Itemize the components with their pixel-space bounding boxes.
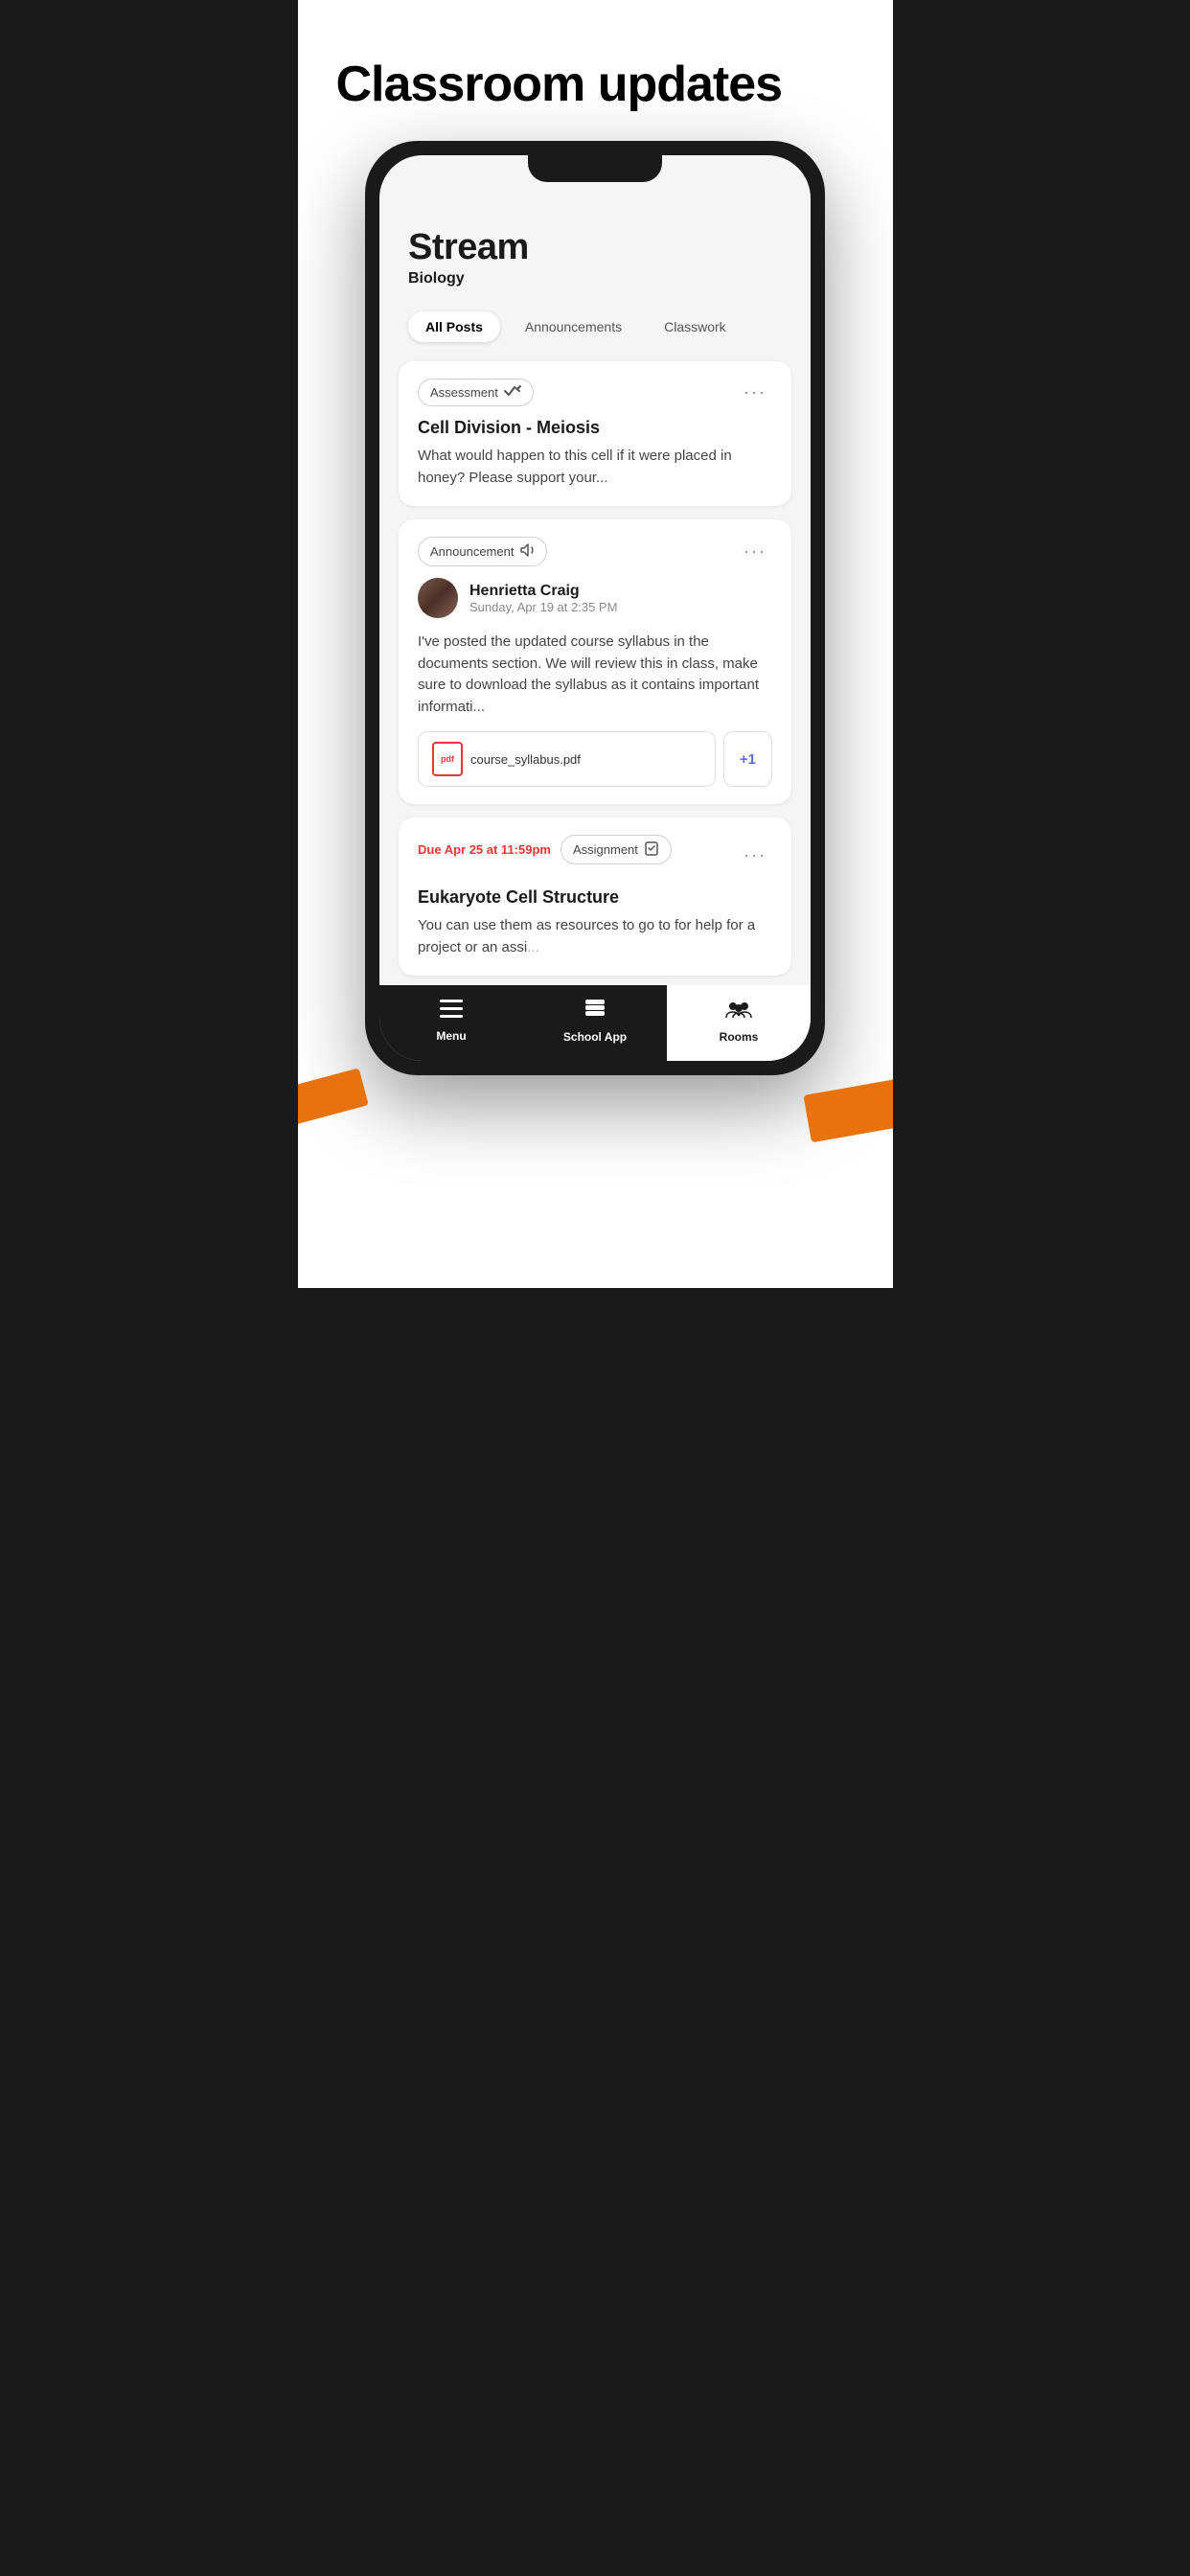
- avatar: [418, 578, 458, 618]
- due-row: Due Apr 25 at 11:59pm Assignment: [418, 835, 672, 864]
- announcement-badge: Announcement: [418, 537, 547, 566]
- pdf-icon: pdf: [432, 742, 463, 776]
- announcement-more-button[interactable]: ···: [738, 540, 772, 564]
- page-title: Classroom updates: [336, 58, 855, 112]
- assignment-body: You can use them as resources to go to f…: [418, 915, 772, 958]
- assignment-icon: [644, 840, 659, 859]
- stream-header: Stream Biology: [379, 208, 811, 302]
- assessment-more-button[interactable]: ···: [738, 380, 772, 404]
- announcement-body: I've posted the updated course syllabus …: [418, 632, 772, 718]
- attachment-name: course_syllabus.pdf: [470, 752, 581, 767]
- layers-icon: [583, 999, 607, 1025]
- attachment-plus-button[interactable]: +1: [723, 731, 772, 787]
- page-wrapper: Classroom updates Stream Biology All Pos…: [298, 0, 893, 1288]
- bottom-nav: Menu School App: [379, 985, 811, 1061]
- tab-announcements[interactable]: Announcements: [508, 311, 639, 342]
- nav-rooms-label: Rooms: [720, 1030, 759, 1044]
- cards-area: Assessment ···: [379, 356, 811, 985]
- assessment-badge: Assessment: [418, 379, 534, 406]
- tabs-row: All Posts Announcements Classwork: [379, 302, 811, 356]
- card-top-row: Assessment ···: [418, 379, 772, 406]
- author-name: Henrietta Craig: [469, 583, 617, 600]
- announcement-top-row: Announcement ···: [418, 537, 772, 566]
- assignment-badge-label: Assignment: [573, 842, 638, 857]
- assessment-icon: [504, 384, 521, 401]
- due-label: Due Apr 25 at 11:59pm: [418, 842, 551, 857]
- phone-mockup: Stream Biology All Posts Announcements C…: [365, 141, 825, 1075]
- tab-classwork[interactable]: Classwork: [647, 311, 744, 342]
- phone-screen: Stream Biology All Posts Announcements C…: [379, 155, 811, 1061]
- card-assessment: Assessment ···: [399, 361, 791, 506]
- nav-school-app-label: School App: [563, 1030, 627, 1044]
- rooms-icon: [725, 999, 752, 1025]
- assessment-title: Cell Division - Meiosis: [418, 418, 772, 438]
- stream-title: Stream: [408, 227, 782, 268]
- author-info: Henrietta Craig Sunday, Apr 19 at 2:35 P…: [469, 583, 617, 614]
- assignment-badge: Assignment: [561, 835, 672, 864]
- assignment-more-button[interactable]: ···: [738, 843, 772, 867]
- author-date: Sunday, Apr 19 at 2:35 PM: [469, 600, 617, 614]
- announcement-badge-label: Announcement: [430, 544, 514, 559]
- nav-menu-label: Menu: [436, 1029, 466, 1043]
- nav-menu[interactable]: Menu: [379, 985, 523, 1061]
- stream-subtitle: Biology: [408, 270, 782, 288]
- assignment-title: Eukaryote Cell Structure: [418, 887, 772, 908]
- assessment-body: What would happen to this cell if it wer…: [418, 446, 772, 489]
- nav-rooms[interactable]: Rooms: [667, 985, 811, 1061]
- nav-school-app[interactable]: School App: [523, 985, 667, 1061]
- phone-area: Stream Biology All Posts Announcements C…: [298, 141, 893, 1288]
- card-announcement: Announcement ···: [399, 519, 791, 804]
- phone-notch: [528, 155, 662, 182]
- header-section: Classroom updates: [298, 0, 893, 141]
- attachment-row: pdf course_syllabus.pdf +1: [418, 731, 772, 787]
- assignment-top-row: Due Apr 25 at 11:59pm Assignment: [418, 835, 772, 876]
- tab-all-posts[interactable]: All Posts: [408, 311, 500, 342]
- attachment-item[interactable]: pdf course_syllabus.pdf: [418, 731, 716, 787]
- author-row: Henrietta Craig Sunday, Apr 19 at 2:35 P…: [418, 578, 772, 618]
- screen-content: Stream Biology All Posts Announcements C…: [379, 155, 811, 1061]
- assessment-badge-label: Assessment: [430, 385, 498, 400]
- announcement-icon: [519, 542, 535, 561]
- menu-icon: [440, 1000, 463, 1024]
- avatar-image: [418, 578, 458, 618]
- card-assignment: Due Apr 25 at 11:59pm Assignment: [399, 817, 791, 976]
